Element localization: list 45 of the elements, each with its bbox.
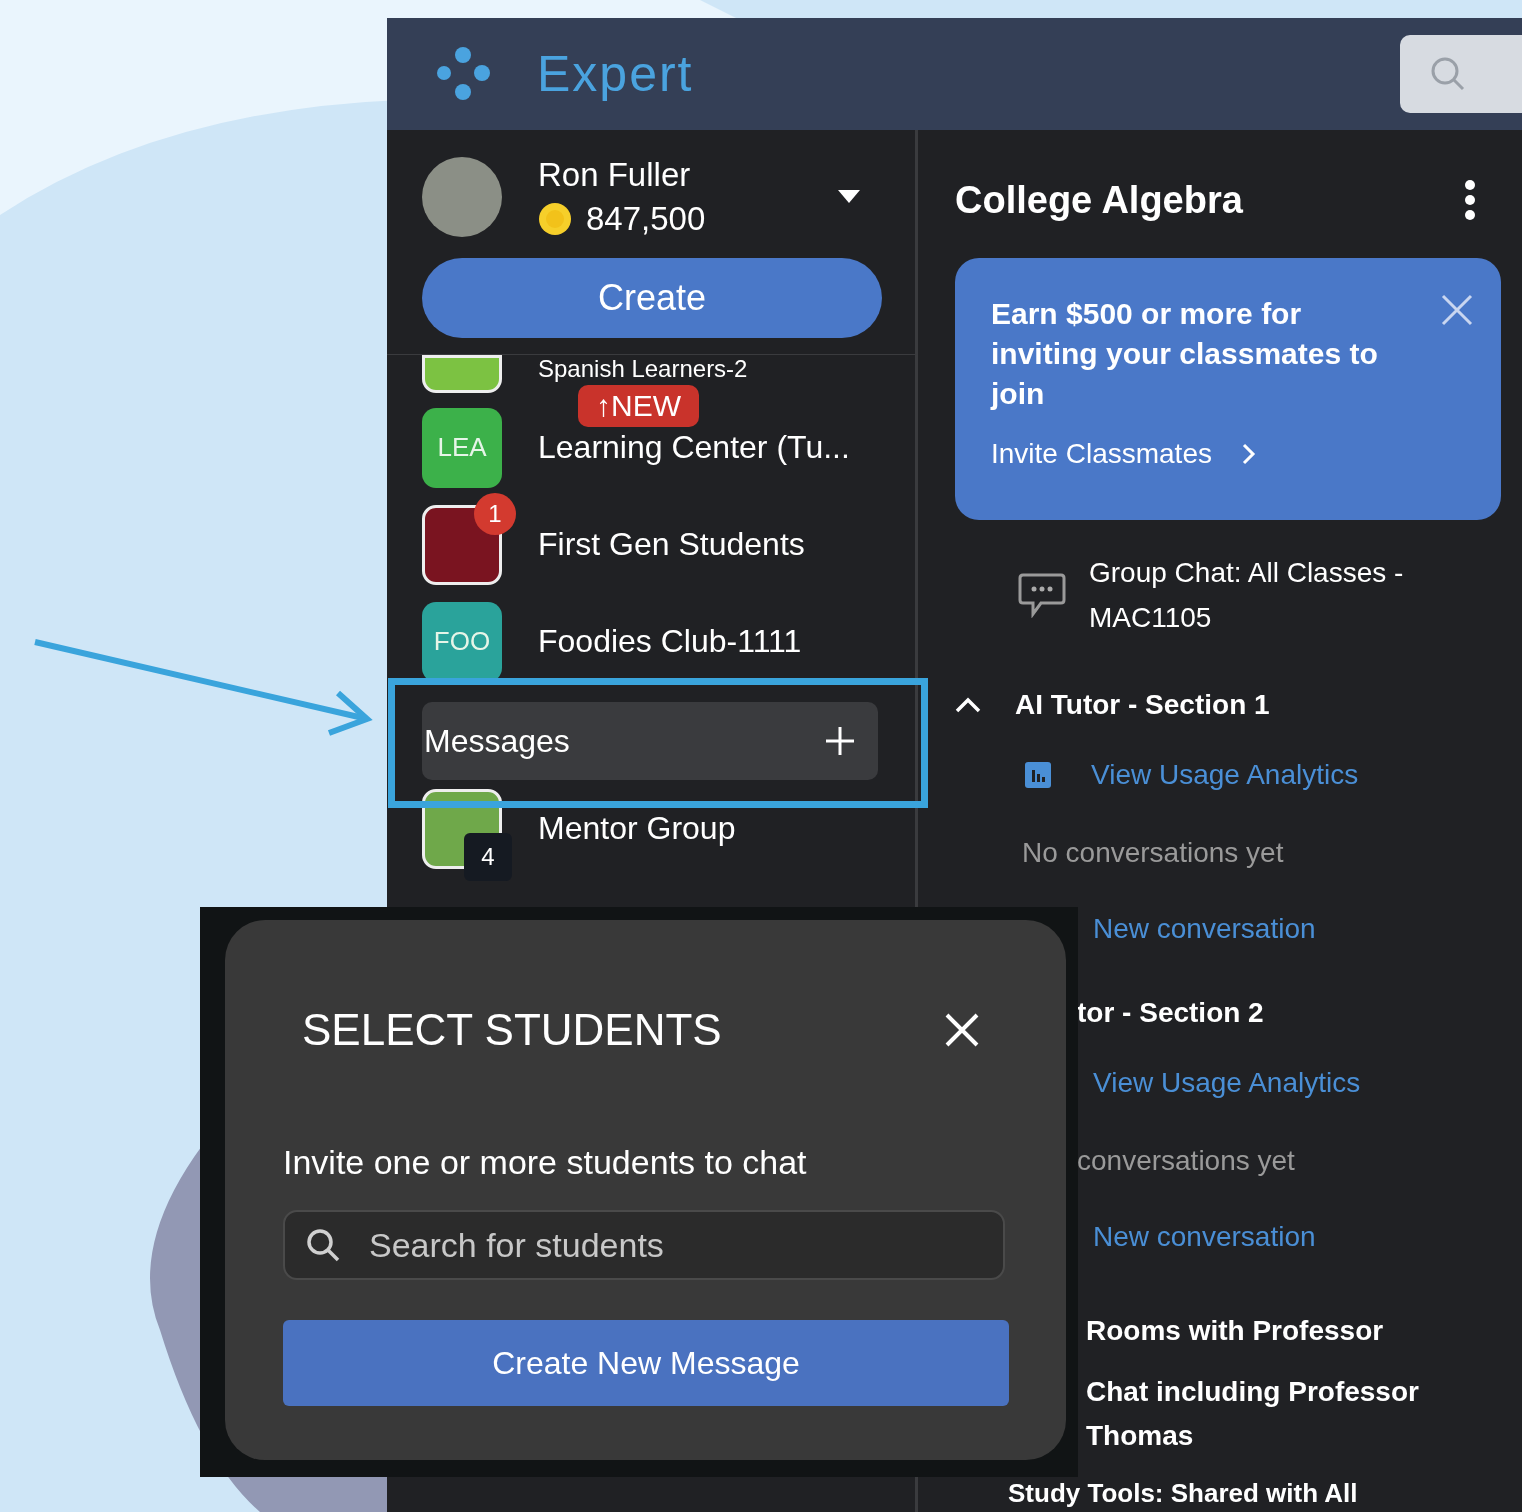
room-item[interactable]: Chat including Professor Thomas [1086, 1370, 1456, 1458]
section-title[interactable]: tor - Section 2 [1077, 997, 1264, 1029]
dialog-description: Invite one or more students to chat [283, 1143, 808, 1182]
chat-bubble-icon [1017, 572, 1067, 618]
group-name[interactable]: Mentor Group [538, 810, 736, 847]
promo-text: Earn $500 or more for inviting your classmates to join [991, 296, 1379, 412]
section-title[interactable]: AI Tutor - Section 1 [1015, 689, 1270, 721]
usage-analytics-link[interactable]: View Usage Analytics [1093, 1067, 1361, 1099]
group-name[interactable]: Foodies Club-1111 [538, 623, 802, 660]
coin-balance: 847,500 [586, 200, 706, 238]
new-conversation-link[interactable]: New conversation [1093, 1221, 1316, 1253]
group-initials: LEA [422, 407, 502, 488]
student-search-field[interactable]: Search for students [283, 1210, 1005, 1280]
new-tag: ↑NEW [578, 385, 699, 427]
messages-bar[interactable]: Messages [422, 702, 878, 780]
search-input[interactable]: Search for students [367, 1224, 971, 1266]
empty-state-text: conversations yet [1077, 1145, 1295, 1177]
new-conversation-link[interactable]: New conversation [1093, 913, 1316, 945]
rooms-heading: Rooms with Professor [1086, 1314, 1385, 1348]
user-name: Ron Fuller [538, 156, 692, 194]
invite-classmates-link[interactable]: Invite Classmates [991, 438, 1473, 470]
group-name[interactable]: Spanish Learners-2 [538, 355, 748, 383]
notification-badge: 1 [474, 492, 516, 535]
notification-badge: 4 [464, 832, 512, 881]
dropdown-caret-icon[interactable] [838, 190, 860, 204]
chevron-right-icon [1241, 443, 1256, 465]
bar-chart-icon [1025, 762, 1051, 788]
dialog-title: SELECT STUDENTS [302, 1005, 722, 1055]
messages-label: Messages [424, 722, 570, 760]
usage-analytics-link[interactable]: View Usage Analytics [1091, 759, 1359, 791]
more-options-icon[interactable] [1464, 180, 1476, 220]
plus-icon[interactable] [824, 725, 856, 757]
dots-logo-icon [435, 46, 491, 102]
collapse-caret-icon[interactable] [955, 697, 981, 713]
empty-state-text: No conversations yet [1022, 837, 1284, 869]
app-name: Expert [537, 45, 694, 103]
search-icon [305, 1227, 341, 1263]
coin-icon [538, 202, 572, 236]
group-chat-item[interactable]: Group Chat: All Classes - MAC1105 [1089, 550, 1469, 640]
course-title: College Algebra [955, 178, 1243, 222]
create-message-button[interactable]: Create New Message [283, 1320, 1009, 1406]
group-name[interactable]: Learning Center (Tu... [538, 429, 850, 466]
group-name[interactable]: First Gen Students [538, 526, 805, 563]
study-tools-heading: Study Tools: Shared with All [1007, 1480, 1359, 1507]
create-button[interactable]: Create [422, 258, 882, 338]
